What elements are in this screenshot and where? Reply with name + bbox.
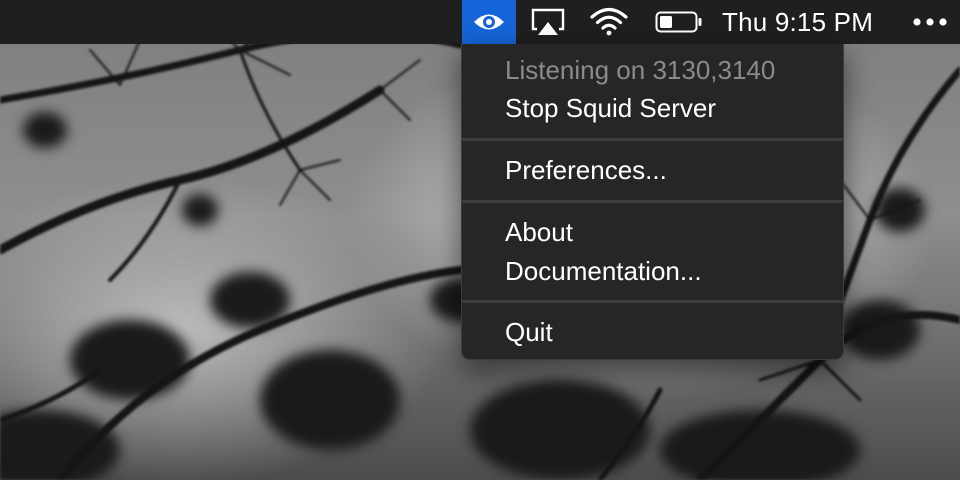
menu-bar: Thu 9:15 PM bbox=[0, 0, 960, 44]
battery-icon bbox=[655, 11, 702, 33]
quit-item[interactable]: Quit bbox=[462, 313, 843, 351]
wifi-icon bbox=[590, 7, 628, 36]
clock[interactable]: Thu 9:15 PM bbox=[722, 0, 888, 44]
about-item[interactable]: About bbox=[462, 213, 843, 251]
airplay-icon bbox=[531, 8, 565, 35]
menu-separator bbox=[462, 138, 843, 141]
preferences-item[interactable]: Preferences... bbox=[462, 151, 843, 189]
squid-eye-menu-extra[interactable] bbox=[462, 0, 516, 44]
more-menu-extras[interactable] bbox=[908, 0, 952, 44]
stop-squid-server-item[interactable]: Stop Squid Server bbox=[462, 89, 843, 127]
eye-icon bbox=[474, 14, 504, 30]
wifi-menu-extra[interactable] bbox=[586, 0, 632, 44]
menu-separator bbox=[462, 200, 843, 203]
documentation-item[interactable]: Documentation... bbox=[462, 252, 843, 290]
more-icon bbox=[913, 18, 947, 26]
battery-menu-extra[interactable] bbox=[652, 0, 706, 44]
menu-separator bbox=[462, 300, 843, 303]
squid-dropdown-menu: Listening on 3130,3140 Stop Squid Server… bbox=[461, 44, 844, 360]
listening-status-item: Listening on 3130,3140 bbox=[505, 55, 776, 85]
airplay-menu-extra[interactable] bbox=[528, 0, 568, 44]
